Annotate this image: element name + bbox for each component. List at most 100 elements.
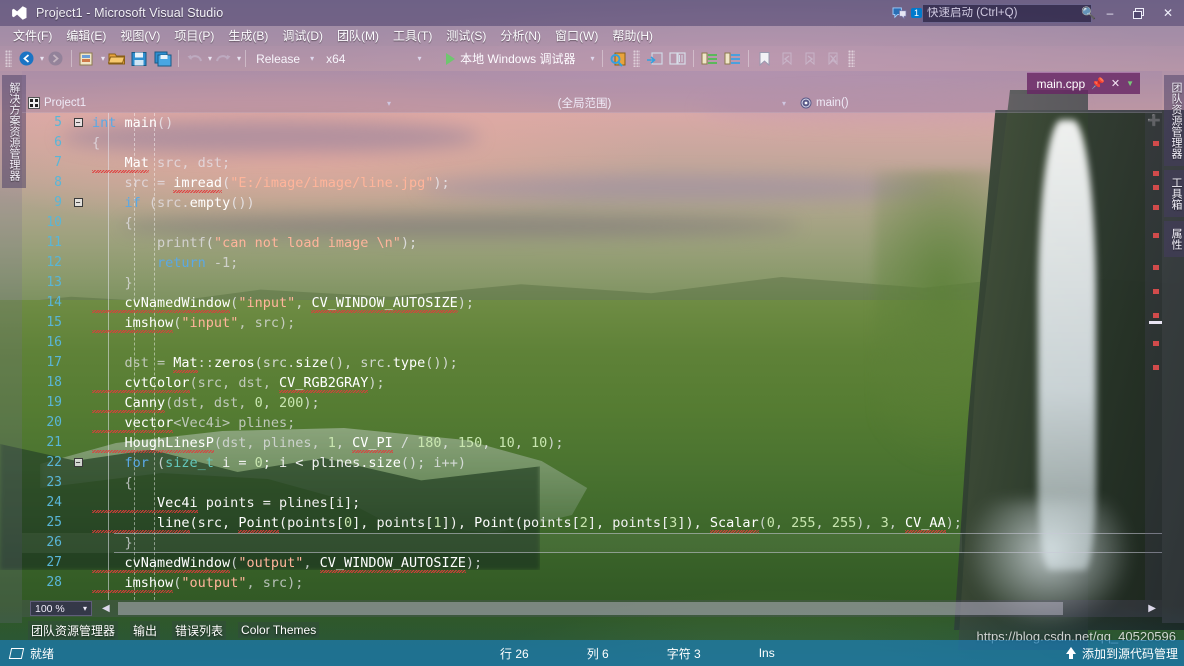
code-text[interactable]: src = imread("E:/image/image/line.jpg"); [88,173,450,193]
code-line[interactable]: 24 Vec4i points = plines[i]; [22,493,962,513]
code-line[interactable]: 17 dst = Mat::zeros(src.size(), src.type… [22,353,962,373]
code-line[interactable]: 11 printf("can not load image \n"); [22,233,962,253]
code-line[interactable]: 19 Canny(dst, dst, 0, 200); [22,393,962,413]
menu-item-help[interactable]: 帮助(H) [605,26,660,46]
panel-tab-error-list[interactable]: 错误列表 [172,621,226,640]
code-text[interactable]: Canny(dst, dst, 0, 200); [88,393,320,413]
code-line[interactable]: 14 cvNamedWindow("input", CV_WINDOW_AUTO… [22,293,962,313]
code-line[interactable]: 22− for (size_t i = 0; i < plines.size()… [22,453,962,473]
code-line[interactable]: 18 cvtColor(src, dst, CV_RGB2GRAY); [22,373,962,393]
horizontal-scroll-thumb[interactable] [118,602,1063,615]
fold-minus-icon[interactable]: − [68,453,88,473]
navigate-forward-icon[interactable] [45,48,66,69]
code-text[interactable]: return -1; [88,253,238,273]
code-line[interactable]: 20 vector<Vec4i> plines; [22,413,962,433]
code-text[interactable]: printf("can not load image \n"); [88,233,417,253]
code-text[interactable]: cvtColor(src, dst, CV_RGB2GRAY); [88,373,385,393]
code-line[interactable]: 10 { [22,213,962,233]
solution-configuration-combo[interactable]: Release ▾ [250,49,318,69]
code-line[interactable]: 9− if (src.empty()) [22,193,962,213]
code-text[interactable]: for (size_t i = 0; i < plines.size(); i+… [88,453,466,473]
quick-launch-input[interactable] [927,7,1081,19]
panel-tab-color-themes[interactable]: Color Themes [238,622,319,638]
step-into-icon[interactable] [644,48,665,69]
code-text[interactable]: dst = Mat::zeros(src.size(), src.type())… [88,353,458,373]
chevron-down-icon[interactable]: ▼ [1126,79,1134,88]
solution-platform-combo[interactable]: x64 ▾ [320,49,440,69]
code-text[interactable]: { [88,213,133,233]
panel-tab-team-explorer[interactable]: 团队资源管理器 [28,621,118,640]
code-line[interactable]: 7 Mat src, dst; [22,153,962,173]
code-text[interactable]: imshow("output", src); [88,573,303,593]
code-text[interactable]: Mat src, dst; [88,153,230,173]
scroll-left-arrow[interactable]: ◀ [102,603,110,614]
find-in-files-icon[interactable] [608,48,629,69]
dock-tab-toolbox[interactable]: 工具箱 [1164,170,1184,217]
feedback-icon[interactable] [889,3,911,23]
menu-item-project[interactable]: 项目(P) [167,26,221,46]
menu-item-window[interactable]: 窗口(W) [548,26,605,46]
chevron-down-icon[interactable]: ▾ [310,54,314,63]
dock-tab-properties[interactable]: 属性 [1164,221,1184,257]
status-source-control[interactable]: 添加到源代码管理 [1066,645,1178,662]
pin-icon[interactable]: 📌 [1091,77,1105,90]
code-text[interactable]: cvNamedWindow("input", CV_WINDOW_AUTOSIZ… [88,293,474,313]
scroll-thumb-marker[interactable] [1149,321,1162,324]
toolbar-grip[interactable] [5,50,12,67]
expand-chevrons-icon[interactable]: ➕ [1147,115,1160,128]
navbar-project-combo[interactable]: Project1 ▾ [22,94,397,113]
chevron-down-icon[interactable]: ▾ [782,99,786,108]
bookmark-icon[interactable] [754,48,775,69]
restore-button[interactable] [1124,0,1152,26]
code-text[interactable]: line(src, Point(points[0], points[1]), P… [88,513,962,533]
chevron-down-icon[interactable]: ▾ [83,604,87,613]
menu-item-debug[interactable]: 调试(D) [275,26,330,46]
minimize-button[interactable]: – [1096,0,1124,26]
redo-icon[interactable] [213,48,234,69]
menu-item-tools[interactable]: 工具(T) [386,26,439,46]
menu-item-file[interactable]: 文件(F) [6,26,59,46]
code-line[interactable]: 25 line(src, Point(points[0], points[1])… [22,513,962,533]
navbar-member-combo[interactable]: ▾ main() [772,94,1160,113]
next-bookmark-icon[interactable] [800,48,821,69]
zoom-level-combo[interactable]: 100 % ▾ [30,601,92,616]
fold-minus-icon[interactable]: − [68,193,88,213]
code-text[interactable]: Vec4i points = plines[i]; [88,493,360,513]
chevron-down-icon[interactable]: ▾ [590,54,594,63]
toolbar-grip[interactable] [848,50,855,67]
code-lines[interactable]: 5−int main()6{7 Mat src, dst;8 src = imr… [22,113,962,593]
menu-item-view[interactable]: 视图(V) [113,26,167,46]
quick-launch-box[interactable]: 🔍 [922,4,1092,23]
code-line[interactable]: 28 imshow("output", src); [22,573,962,593]
save-icon[interactable] [129,48,150,69]
dock-tab-team-explorer[interactable]: 团队资源管理器 [1164,75,1184,166]
code-text[interactable]: int main() [88,113,173,133]
previous-bookmark-icon[interactable] [777,48,798,69]
save-all-icon[interactable] [152,48,173,69]
undo-dropdown-icon[interactable]: ▾ [208,54,212,63]
vertical-scrollbar[interactable]: ➕ [1145,113,1162,600]
code-text[interactable]: imshow("input", src); [88,313,295,333]
chevron-down-icon[interactable]: ▾ [417,54,421,63]
panel-tab-output[interactable]: 输出 [130,621,160,640]
code-text[interactable]: vector<Vec4i> plines; [88,413,295,433]
code-line[interactable]: 23 { [22,473,962,493]
open-file-icon[interactable] [106,48,127,69]
search-icon[interactable]: 🔍 [1081,6,1096,20]
start-debugging-button[interactable]: 本地 Windows 调试器 ▾ [442,50,598,67]
code-line[interactable]: 8 src = imread("E:/image/image/line.jpg"… [22,173,962,193]
navbar-scope-combo[interactable]: (全局范围) [397,94,772,113]
properties-window-icon[interactable] [722,48,743,69]
chevron-down-icon[interactable]: ▾ [387,99,391,108]
scroll-right-arrow[interactable]: ▶ [1148,603,1156,614]
code-text[interactable]: } [88,273,133,293]
code-text[interactable]: cvNamedWindow("output", CV_WINDOW_AUTOSI… [88,553,482,573]
code-text[interactable]: { [88,133,100,153]
code-line[interactable]: 15 imshow("input", src); [22,313,962,333]
back-dropdown-icon[interactable]: ▾ [40,54,44,63]
code-editor[interactable]: 5−int main()6{7 Mat src, dst;8 src = imr… [22,113,1162,600]
code-line[interactable]: 21 HoughLinesP(dst, plines, 1, CV_PI / 1… [22,433,962,453]
clear-bookmarks-icon[interactable] [823,48,844,69]
close-icon[interactable]: ✕ [1111,77,1120,90]
code-line[interactable]: 6{ [22,133,962,153]
